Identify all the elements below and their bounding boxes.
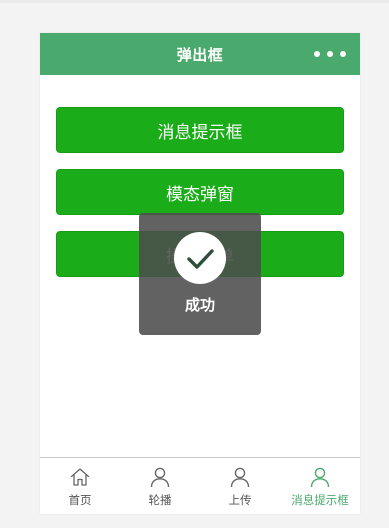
navigation-bar: 弹出框 xyxy=(40,33,360,75)
tab-carousel[interactable]: 轮播 xyxy=(120,458,200,514)
tab-label: 轮播 xyxy=(148,493,172,507)
home-icon xyxy=(70,468,90,486)
tab-upload[interactable]: 上传 xyxy=(200,458,280,514)
person-icon xyxy=(150,467,170,488)
message-toast-button[interactable]: 消息提示框 xyxy=(56,107,344,153)
tab-label: 首页 xyxy=(68,493,92,507)
tab-message-toast[interactable]: 消息提示框 xyxy=(280,458,360,514)
person-icon xyxy=(230,467,250,488)
phone-screen: 弹出框 消息提示框 模态弹窗 操作菜单 成功 首页 轮播 xyxy=(40,33,360,514)
person-icon xyxy=(310,467,330,488)
tab-home[interactable]: 首页 xyxy=(40,458,120,514)
tab-label: 消息提示框 xyxy=(291,493,349,507)
tab-label: 上传 xyxy=(228,493,252,507)
checkmark-icon xyxy=(174,232,226,284)
page-title: 弹出框 xyxy=(176,45,224,64)
modal-dialog-button[interactable]: 模态弹窗 xyxy=(56,169,344,215)
toast-message: 成功 xyxy=(184,296,215,314)
browser-top-strip xyxy=(0,0,389,3)
success-toast: 成功 xyxy=(139,213,261,335)
more-dots-icon xyxy=(314,51,320,57)
tab-bar: 首页 轮播 上传 消息提示框 xyxy=(40,457,360,514)
more-button[interactable] xyxy=(314,47,346,61)
more-dots-icon xyxy=(327,51,333,57)
more-dots-icon xyxy=(340,51,346,57)
